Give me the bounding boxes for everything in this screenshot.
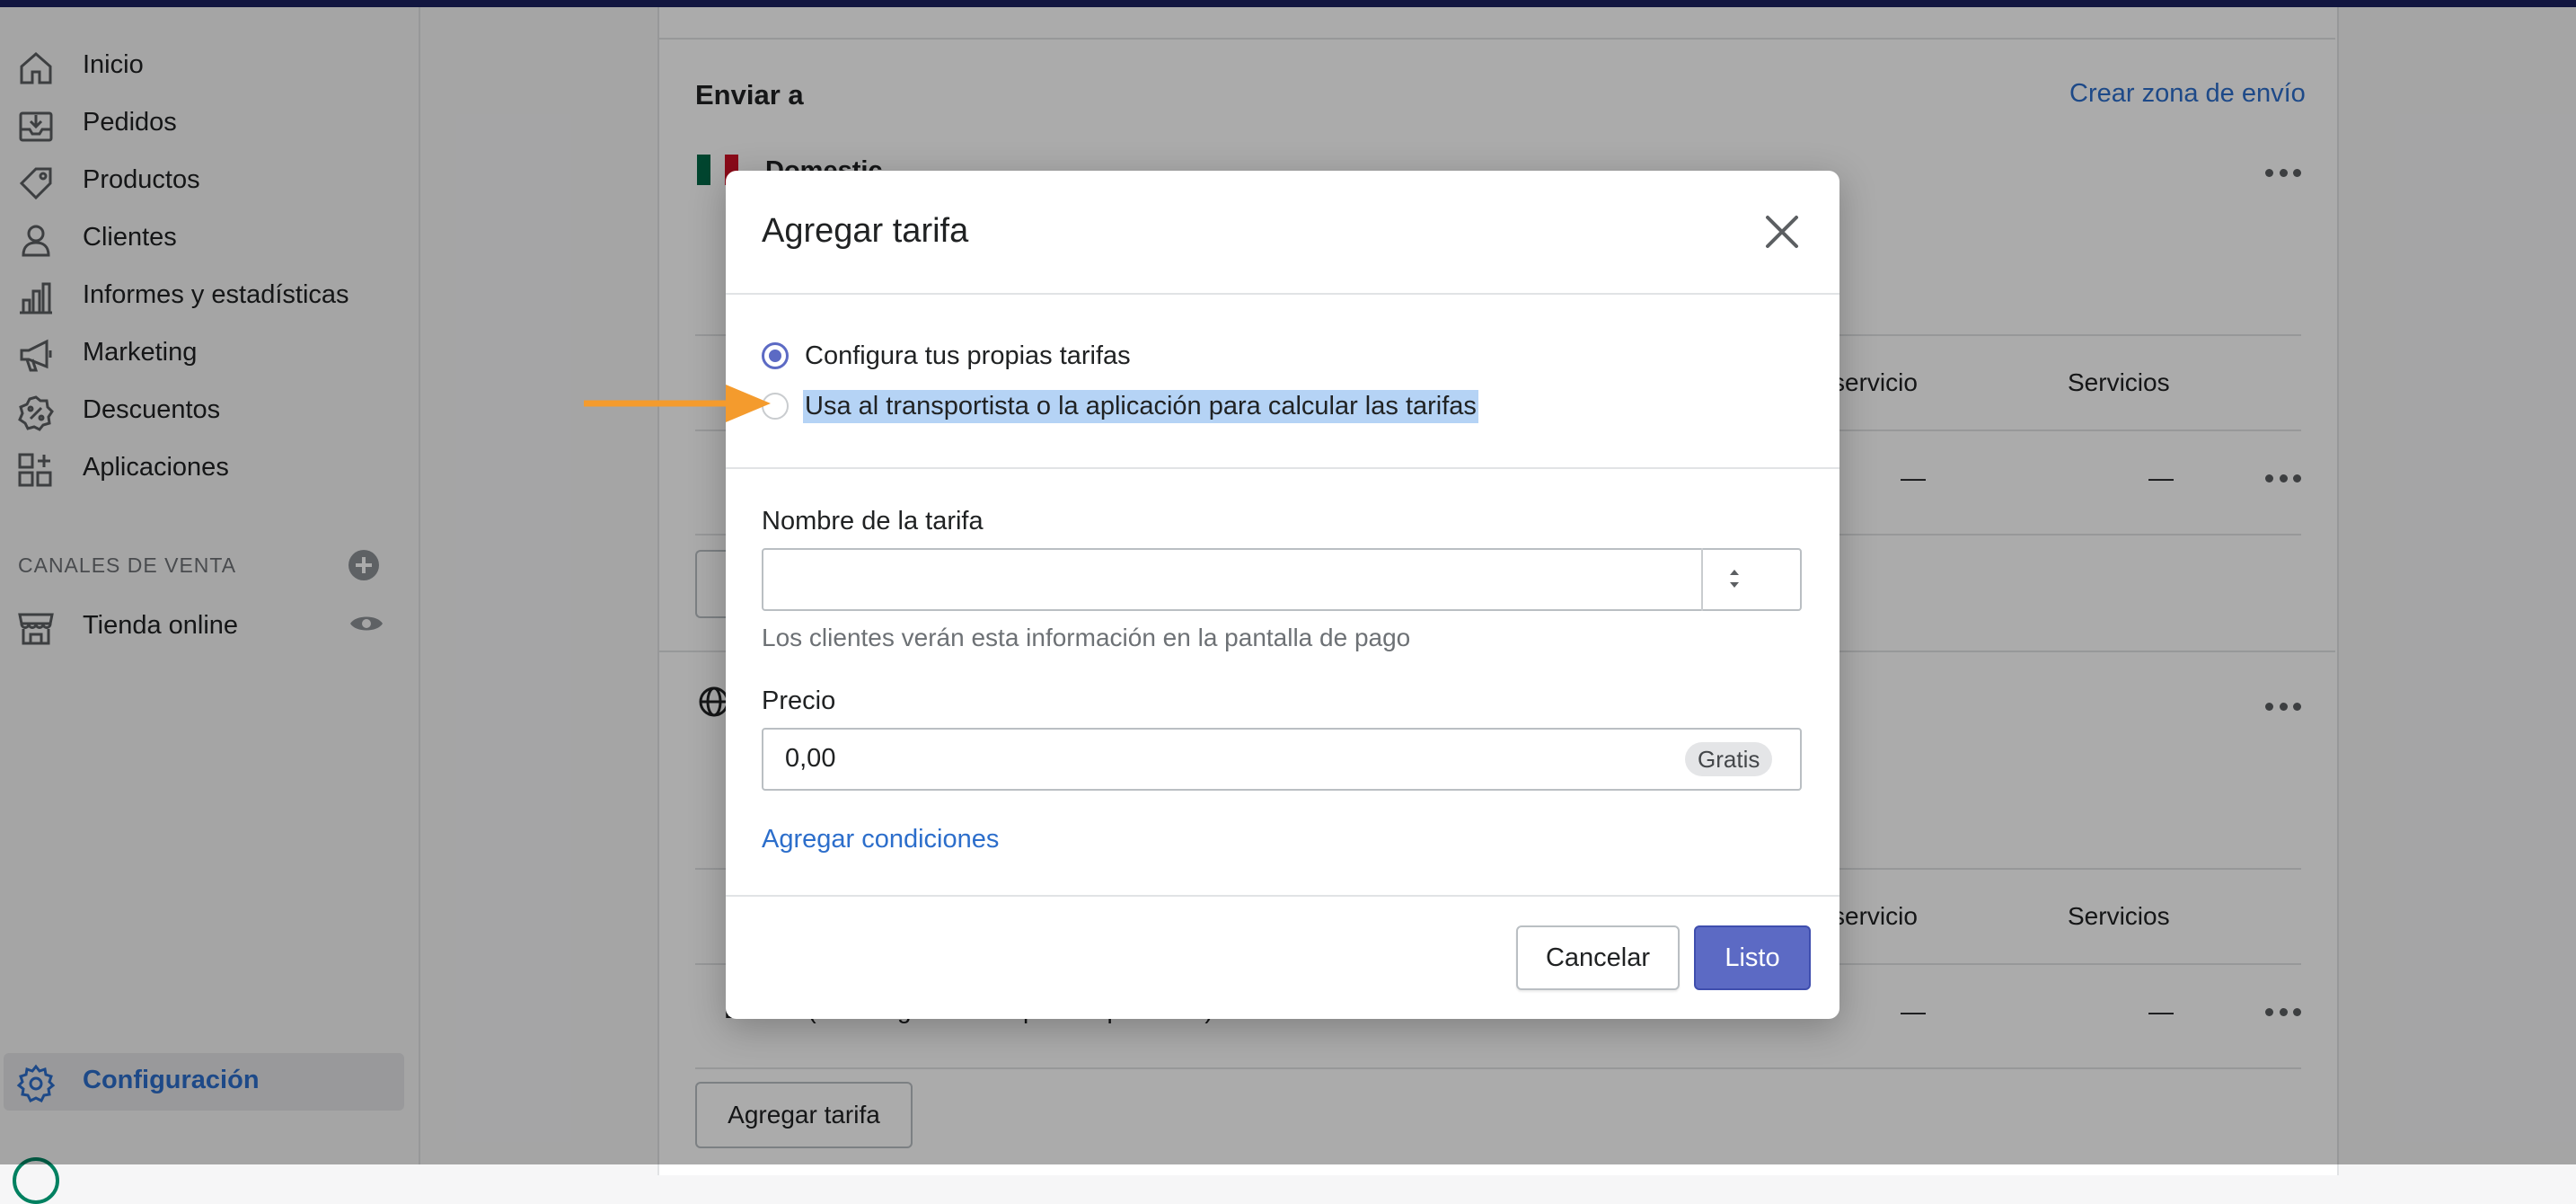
add-rate-modal: Agregar tarifa Configura tus propias tar… <box>726 171 1839 1019</box>
rate-name-label: Nombre de la tarifa <box>762 507 984 536</box>
price-label: Precio <box>762 686 836 715</box>
modal-title: Agregar tarifa <box>762 212 969 250</box>
add-conditions-link[interactable]: Agregar condiciones <box>762 825 999 854</box>
close-icon[interactable] <box>1762 212 1802 252</box>
free-badge: Gratis <box>1685 742 1773 776</box>
radio-label-own-rates[interactable]: Configura tus propias tarifas <box>805 341 1131 371</box>
price-field[interactable] <box>762 728 1802 791</box>
divider <box>726 467 1839 469</box>
price-value[interactable]: 0,00 <box>785 744 835 774</box>
radio-own-rates[interactable] <box>762 342 789 369</box>
divider <box>726 293 1839 295</box>
rate-name-help: Los clientes verán esta información en l… <box>762 624 1411 651</box>
rate-name-field[interactable] <box>762 548 1802 611</box>
done-button[interactable]: Listo <box>1694 925 1811 990</box>
cancel-button[interactable]: Cancelar <box>1516 925 1680 990</box>
divider <box>726 895 1839 897</box>
select-arrows-icon[interactable] <box>1701 548 1768 611</box>
annotation-arrow-icon <box>584 385 771 422</box>
radio-label-carrier-rates[interactable]: Usa al transportista o la aplicación par… <box>803 390 1478 423</box>
